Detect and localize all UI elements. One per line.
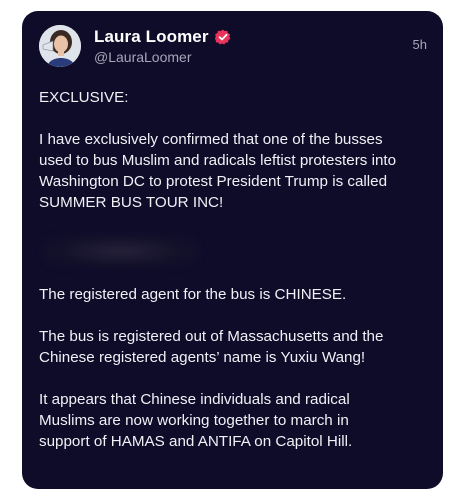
verified-badge-icon [214, 29, 231, 45]
post-paragraph: It appears that Chinese individuals and … [39, 391, 353, 450]
post-paragraph: I have exclusively confirmed that one of… [39, 131, 397, 211]
post-card[interactable]: Laura Loomer @LauraLoomer 5h EXCLUSIVE: … [22, 11, 443, 489]
avatar-photo [39, 25, 81, 67]
post-paragraph: The bus is registered out of Massachuset… [39, 328, 384, 366]
author-name-row: Laura Loomer [94, 26, 231, 48]
post-paragraph: EXCLUSIVE: [39, 89, 129, 106]
author-handle[interactable]: @LauraLoomer [94, 49, 192, 65]
post-body: EXCLUSIVE: I have exclusively confirmed … [39, 87, 431, 473]
redaction-blur [41, 234, 201, 268]
author-display-name[interactable]: Laura Loomer [94, 27, 209, 47]
post-timestamp[interactable]: 5h [413, 37, 427, 52]
author-avatar[interactable] [39, 25, 81, 67]
redacted-image-region [39, 228, 431, 270]
post-paragraph: The registered agent for the bus is CHIN… [39, 286, 347, 303]
